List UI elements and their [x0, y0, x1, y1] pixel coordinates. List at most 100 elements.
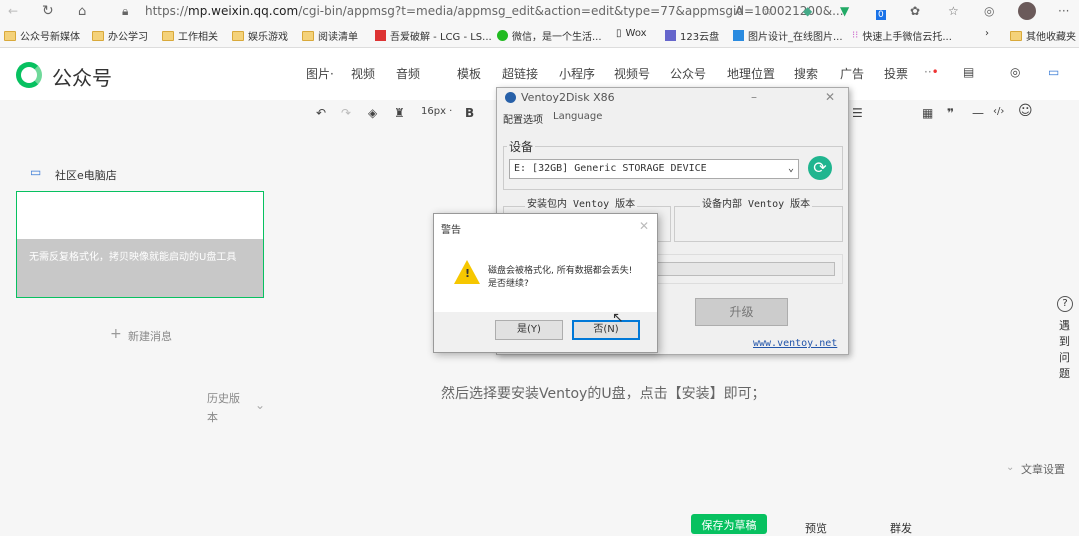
more-icon[interactable]: ··• [924, 65, 939, 79]
upgrade-button[interactable]: 升级 [695, 298, 788, 326]
format-brush-icon[interactable]: ◈ [368, 106, 377, 120]
font-size-select[interactable]: 16px · [421, 106, 452, 117]
send-button[interactable]: 群发 [890, 520, 912, 536]
warning-icon-mark: ! [465, 267, 471, 280]
folder-icon [92, 30, 104, 41]
refresh-icon[interactable]: ↻ [42, 3, 54, 19]
chevron-down-icon[interactable]: ⌄ [255, 398, 265, 412]
nav-image[interactable]: 图片· [306, 65, 334, 82]
preview-button[interactable]: 预览 [805, 520, 827, 536]
extensions-icon[interactable]: ✿ [910, 4, 920, 18]
bookmark[interactable]: ▯ Wox [616, 28, 647, 39]
computer-icon[interactable]: ▭ [1048, 65, 1059, 79]
favorite-icon[interactable]: ☆ [762, 4, 773, 18]
extension-icon[interactable]: ◆ [803, 4, 812, 18]
nav-vote[interactable]: 投票 [884, 65, 908, 82]
bookmark-label: 娱乐游戏 [248, 32, 288, 43]
plus-icon[interactable]: + [110, 326, 122, 342]
nav-account[interactable]: 公众号 [670, 65, 706, 82]
nav-miniprogram[interactable]: 小程序 [559, 65, 595, 82]
warning-question: 是否继续? [488, 279, 529, 289]
bookmark-label: 工作相关 [178, 32, 218, 43]
ventoy-link[interactable]: www.ventoy.net [753, 338, 837, 349]
bookmark[interactable]: 吾爱破解 - LCG - LS... [375, 28, 492, 43]
device-value: E: [32GB] Generic STORAGE DEVICE [514, 163, 707, 174]
more-icon[interactable]: ··· [1058, 4, 1069, 18]
bookmark[interactable]: 公众号新媒体 [4, 28, 80, 43]
help-label[interactable]: 遇到问题 [1059, 318, 1071, 382]
bookmark[interactable]: 123云盘 [665, 28, 719, 43]
menu-options[interactable]: 配置选项 [503, 111, 543, 126]
bookmark[interactable]: 其他收藏夹 [1010, 28, 1076, 43]
bookmark-label: 吾爱破解 - LCG - LS... [390, 32, 492, 43]
code-icon[interactable]: ‹/› [993, 106, 1004, 117]
close-button[interactable]: ✕ [825, 90, 835, 104]
nav-search[interactable]: 搜索 [794, 65, 818, 82]
home-icon[interactable]: ⌂ [78, 4, 86, 19]
folder-icon [1010, 30, 1022, 41]
redo-icon[interactable]: ↷ [341, 106, 351, 120]
dialog-titlebar [434, 214, 657, 242]
page-icon: ▯ [616, 28, 622, 39]
refresh-icon[interactable]: ⟳ [808, 156, 832, 180]
favorites-icon[interactable]: ☆ [948, 4, 959, 18]
document-icon[interactable]: ▤ [963, 65, 974, 79]
nav-location[interactable]: 地理位置 [727, 65, 775, 82]
bookmark[interactable]: 图片设计_在线图片... [733, 28, 843, 43]
wechat-icon [497, 30, 508, 41]
close-button[interactable]: ✕ [639, 219, 649, 233]
bookmarks-more[interactable]: › [985, 28, 989, 39]
nav-audio[interactable]: 音频 [396, 65, 420, 82]
shield-icon[interactable]: ◎ [1010, 65, 1020, 79]
bookmark-label: Wox [625, 28, 647, 39]
computer-icon: ▭ [30, 165, 42, 179]
bookmark-label: 其他收藏夹 [1026, 32, 1076, 43]
clear-format-icon[interactable]: ♜ [394, 106, 405, 120]
menu-language[interactable]: Language [553, 111, 602, 122]
bookmark[interactable]: 办公学习 [92, 28, 148, 43]
sync-badge[interactable]: 0 [876, 10, 886, 20]
nav-ads[interactable]: 广告 [840, 65, 864, 82]
article-settings-button[interactable]: 文章设置 [1021, 461, 1065, 477]
table-icon[interactable]: ▦ [922, 106, 933, 120]
bookmark[interactable]: ⁝⁝ 快速上手微信云托... [852, 28, 952, 43]
save-draft-button[interactable]: 保存为草稿 [691, 514, 767, 534]
list-icon[interactable]: ☰ [852, 106, 863, 120]
bookmark[interactable]: 娱乐游戏 [232, 28, 288, 43]
chevron-down-icon[interactable]: ⌄ [1006, 462, 1014, 473]
nav-video[interactable]: 视频 [351, 65, 375, 82]
bold-button[interactable]: B [465, 106, 474, 120]
no-button[interactable]: 否(N) [572, 320, 640, 340]
bookmark[interactable]: 阅读清单 [302, 28, 358, 43]
bookmark[interactable]: 微信，是一个生活... [497, 28, 602, 43]
device-select[interactable]: E: [32GB] Generic STORAGE DEVICE ⌄ [509, 159, 799, 179]
back-icon[interactable]: ← [8, 4, 18, 18]
device-version-group [674, 206, 843, 242]
folder-icon [302, 30, 314, 41]
divider-icon[interactable]: — [972, 106, 984, 120]
download-icon[interactable]: ▼ [840, 4, 849, 18]
undo-icon[interactable]: ↶ [316, 106, 326, 120]
mouse-cursor-icon: ↖ [612, 310, 624, 326]
nav-channels[interactable]: 视频号 [614, 65, 650, 82]
article-card[interactable]: 无需反复格式化，拷贝映像就能启动的U盘工具 [16, 191, 264, 298]
quote-icon[interactable]: ❞ [947, 106, 954, 120]
history-version-button[interactable]: 历史版本 [207, 389, 247, 427]
nav-template[interactable]: 模板 [457, 65, 481, 82]
minimize-button[interactable]: – [751, 90, 757, 104]
url-host: mp.weixin.qq.com [188, 4, 299, 18]
yes-button[interactable]: 是(Y) [495, 320, 563, 340]
security-icon[interactable]: ◎ [984, 4, 994, 18]
emoji-icon[interactable]: ☺ [1018, 103, 1033, 119]
address-bar: ← ↻ ⌂ 🔒︎ https://mp.weixin.qq.com/cgi-bi… [0, 0, 1079, 22]
avatar[interactable] [1018, 2, 1036, 20]
help-icon[interactable]: ? [1057, 296, 1073, 312]
new-message-button[interactable]: 新建消息 [128, 328, 172, 344]
bookmark[interactable]: 工作相关 [162, 28, 218, 43]
package-version-label: 安装包内 Ventoy 版本 [525, 195, 638, 210]
site-icon [375, 30, 386, 41]
editor-paragraph[interactable]: 然后选择要安装Ventoy的U盘，点击【安装】即可； [441, 383, 766, 403]
bookmark-label: 办公学习 [108, 32, 148, 43]
read-aloud-icon[interactable]: A [735, 4, 743, 18]
nav-link[interactable]: 超链接 [502, 65, 538, 82]
